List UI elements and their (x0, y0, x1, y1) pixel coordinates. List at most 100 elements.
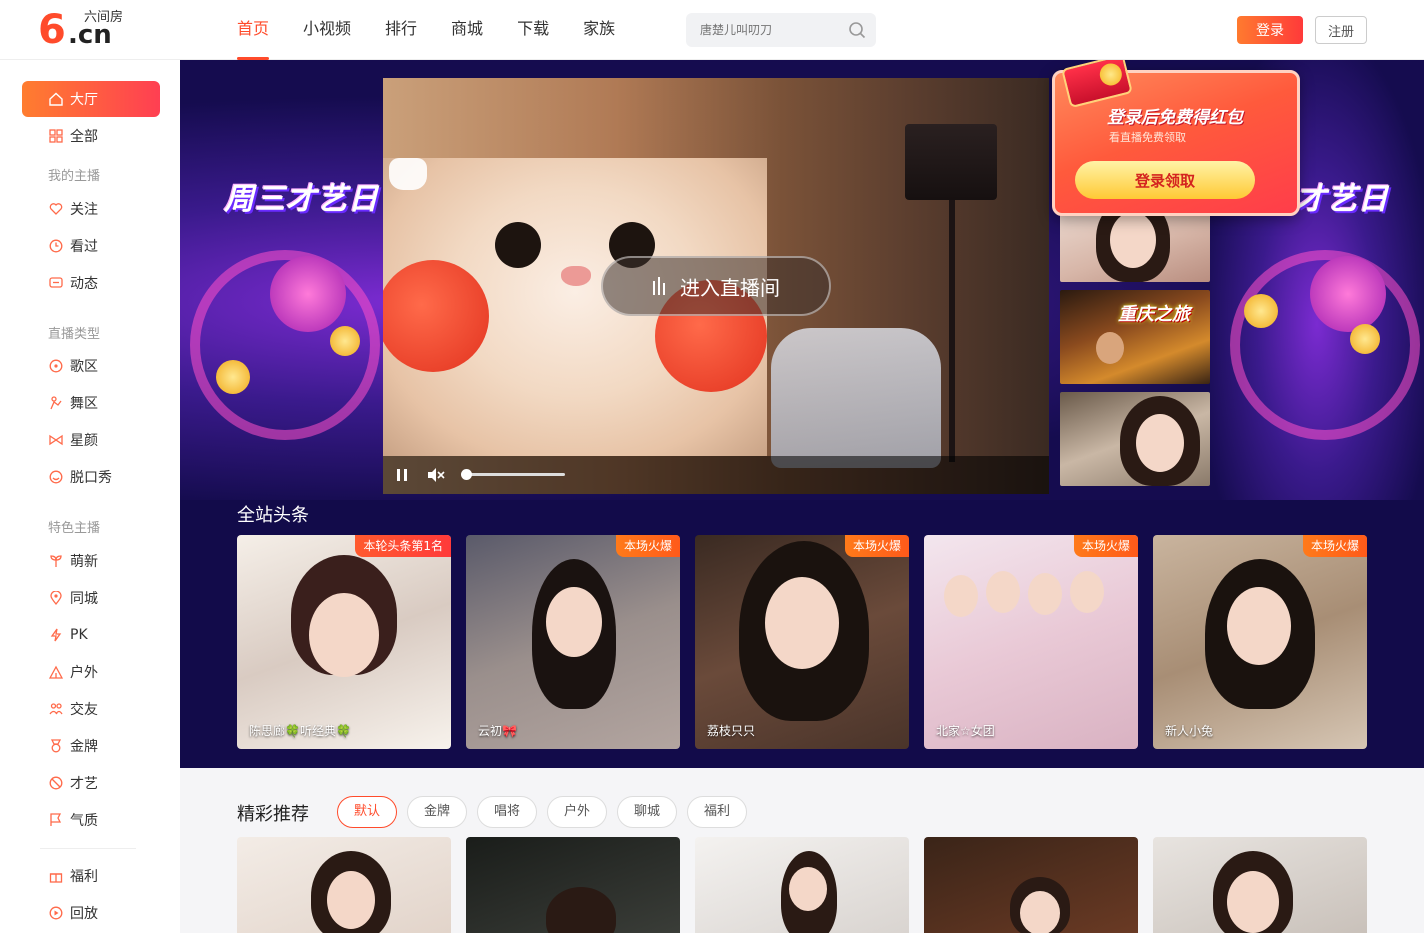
thumb-face (1136, 414, 1184, 472)
users-icon (49, 703, 63, 715)
player-controls (383, 456, 1049, 494)
recommend-card[interactable] (466, 837, 680, 933)
search-icon[interactable] (848, 21, 866, 39)
sidebar-item-follow[interactable]: 关注 (22, 191, 160, 227)
medal-icon (50, 739, 62, 753)
sidebar-item-watched[interactable]: 看过 (22, 228, 160, 264)
bow-icon (49, 434, 63, 446)
headline-card[interactable]: 本轮头条第1名 陈思廊🍀听经典🍀 (237, 535, 451, 749)
nav-mall[interactable]: 商城 (451, 0, 483, 60)
sidebar-item-outdoor[interactable]: 户外 (22, 654, 160, 690)
sidebar-item-label: 歌区 (70, 359, 98, 375)
card-face (765, 577, 839, 669)
sidebar-item-song[interactable]: 歌区 (22, 348, 160, 384)
sidebar-item-temperament[interactable]: 气质 (22, 802, 160, 838)
recommend-card[interactable] (237, 837, 451, 933)
coin-icon (216, 360, 250, 394)
coin-icon (1244, 294, 1278, 328)
sidebar-item-newbie[interactable]: 萌新 (22, 543, 160, 579)
equalizer-icon (653, 277, 665, 295)
recommend-card[interactable] (1153, 837, 1367, 933)
card-face (1070, 571, 1104, 613)
card-name: 新人小兔 (1165, 724, 1214, 738)
microphone-icon (1310, 256, 1386, 332)
red-envelope-icon (1061, 60, 1133, 109)
left-sidebar: 大厅 全部 我的主播 关注 看过 动态 直播类型 歌区 舞区 星颜 脱口秀 特色… (0, 60, 180, 933)
enter-live-label: 进入直播间 (680, 275, 780, 300)
nav-home[interactable]: 首页 (237, 0, 270, 60)
stream-thumbnail[interactable]: 重庆之旅 (1060, 290, 1210, 384)
cat-paw (383, 260, 489, 372)
sidebar-item-label: 大厅 (70, 92, 98, 108)
site-logo[interactable]: 6 .cn 六间房 (38, 8, 130, 52)
enter-live-button[interactable]: 进入直播间 (601, 256, 831, 316)
coin-icon (1350, 324, 1380, 354)
volume-knob[interactable] (461, 469, 472, 480)
register-button[interactable]: 注册 (1315, 16, 1367, 44)
card-tag: 本场火爆 (844, 535, 909, 557)
sidebar-item-label: 萌新 (70, 554, 98, 570)
recommend-card[interactable] (695, 837, 909, 933)
sidebar-item-label: 全部 (70, 129, 98, 145)
logo-brand: 六间房 (84, 10, 124, 25)
nav-short-video[interactable]: 小视频 (303, 0, 351, 60)
card-face (986, 571, 1020, 613)
stream-thumbnail[interactable] (1060, 392, 1210, 486)
nav-family[interactable]: 家族 (583, 0, 615, 60)
sidebar-item-pk[interactable]: PK (22, 617, 160, 653)
sidebar-item-replay[interactable]: 回放 (22, 895, 160, 931)
sidebar-item-talk-show[interactable]: 脱口秀 (22, 459, 160, 495)
chip-gold[interactable]: 金牌 (407, 796, 468, 828)
chip-default[interactable]: 默认 (337, 796, 398, 828)
sidebar-item-label: 户外 (70, 665, 98, 681)
smile-icon (49, 470, 63, 484)
headline-title: 全站头条 (237, 505, 309, 526)
sidebar-item-dance[interactable]: 舞区 (22, 385, 160, 421)
card-face (1020, 891, 1060, 933)
card-tag: 本场火爆 (615, 535, 680, 557)
card-face (309, 593, 379, 677)
sidebar-item-label: 同城 (70, 591, 98, 607)
claim-button[interactable]: 登录领取 (1075, 161, 1255, 199)
search-input[interactable] (686, 13, 841, 47)
sidebar-item-talent[interactable]: 才艺 (22, 765, 160, 801)
recommend-title: 精彩推荐 (237, 804, 309, 825)
headline-card[interactable]: 本场火爆 新人小兔 (1153, 535, 1367, 749)
card-face (1227, 871, 1279, 933)
sidebar-item-social[interactable]: 交友 (22, 691, 160, 727)
card-name: 云初🎀 (478, 724, 517, 738)
sidebar-item-all[interactable]: 全部 (22, 118, 160, 154)
headline-card[interactable]: 本场火爆 荔枝只只 (695, 535, 909, 749)
card-name: 北家☆女团 (936, 724, 995, 738)
sidebar-item-gold[interactable]: 金牌 (22, 728, 160, 764)
sidebar-item-hall[interactable]: 大厅 (22, 81, 160, 117)
login-button[interactable]: 登录 (1237, 16, 1303, 44)
sidebar-item-feed[interactable]: 动态 (22, 265, 160, 301)
sidebar-item-star-face[interactable]: 星颜 (22, 422, 160, 458)
nav-download[interactable]: 下载 (517, 0, 549, 60)
location-icon (50, 591, 62, 605)
live-player[interactable]: 进入直播间 (383, 78, 1049, 494)
sidebar-item-welfare[interactable]: 福利 (22, 858, 160, 894)
chip-outdoor[interactable]: 户外 (547, 796, 608, 828)
palette-icon (49, 776, 63, 790)
chip-singer[interactable]: 唱将 (477, 796, 538, 828)
volume-slider[interactable] (465, 473, 565, 476)
sidebar-item-label: 星颜 (70, 433, 98, 449)
sidebar-item-same-city[interactable]: 同城 (22, 580, 160, 616)
nav-ranking[interactable]: 排行 (385, 0, 417, 60)
headline-card[interactable]: 本场火爆 北家☆女团 (924, 535, 1138, 749)
chip-welfare[interactable]: 福利 (687, 796, 748, 828)
mute-icon[interactable] (427, 466, 445, 484)
pause-icon[interactable] (395, 468, 409, 482)
card-face (944, 575, 978, 617)
microphone-icon (270, 256, 346, 332)
hero-banner: 周三才艺日 才艺日 进入直播间 重庆之旅 登录后免费得红包 看直播免费领取 登录… (180, 60, 1424, 768)
sidebar-group-type: 直播类型 (48, 327, 101, 342)
message-icon (49, 277, 63, 288)
recommend-card[interactable] (924, 837, 1138, 933)
card-tag: 本场火爆 (1302, 535, 1367, 557)
chip-chat[interactable]: 聊城 (617, 796, 678, 828)
cat-nose (561, 266, 591, 286)
headline-card[interactable]: 本场火爆 云初🎀 (466, 535, 680, 749)
